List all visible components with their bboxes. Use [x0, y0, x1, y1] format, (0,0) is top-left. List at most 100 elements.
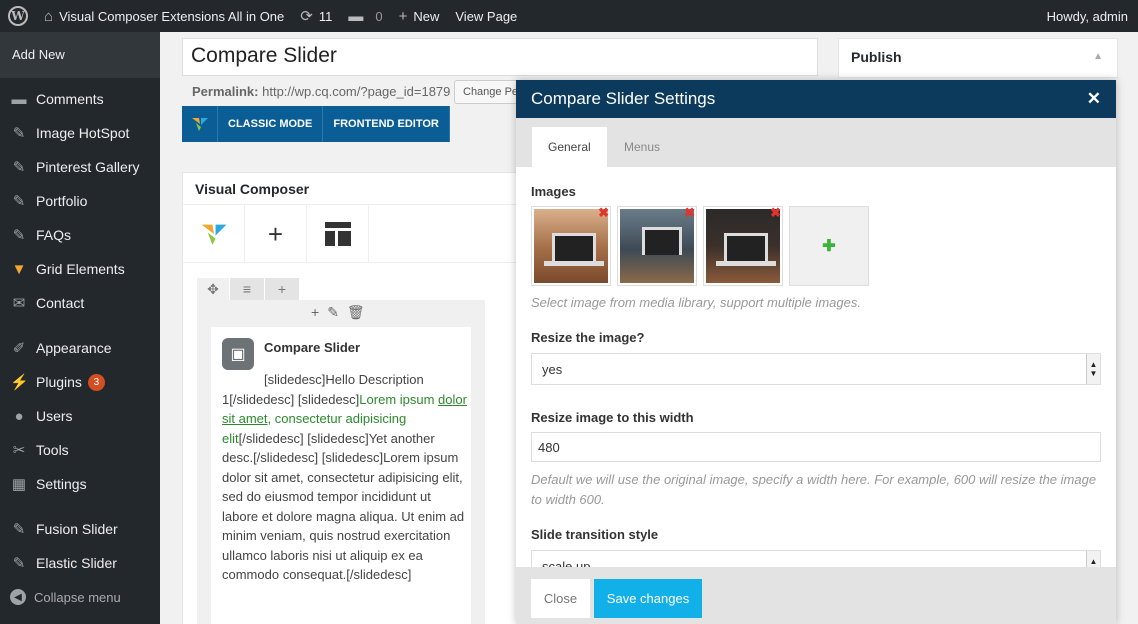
permalink: Permalink: http://wp.cq.com/?page_id=187… [192, 84, 450, 99]
view-page-link[interactable]: View Page [447, 0, 525, 32]
remove-image-icon[interactable]: ✖ [598, 207, 609, 221]
sidebar-item-pinterest-gallery[interactable]: ✎ Pinterest Gallery [0, 150, 160, 184]
layout-icon[interactable]: ≡ [230, 278, 264, 300]
sidebar-item-label: Grid Elements [36, 261, 125, 277]
close-button[interactable]: Close [531, 579, 590, 618]
row-controls: ✥ ≡ + [197, 278, 300, 300]
save-changes-button[interactable]: Save changes [594, 579, 702, 618]
pin-icon: ✎ [12, 521, 26, 538]
pin-icon: ✎ [12, 227, 26, 244]
close-icon[interactable]: ✕ [1087, 89, 1101, 109]
permalink-label: Permalink: [192, 84, 259, 99]
tab-menus[interactable]: Menus [608, 127, 676, 167]
remove-image-icon[interactable]: ✖ [684, 207, 695, 221]
site-name-link[interactable]: ⌂ Visual Composer Extensions All in One [36, 0, 292, 32]
add-icon[interactable]: + [311, 304, 319, 321]
publish-box[interactable]: Publish ▲ [838, 38, 1118, 78]
remove-image-icon[interactable]: ✖ [770, 207, 781, 221]
sidebar-item-label: FAQs [36, 227, 72, 243]
comments-link[interactable]: ▬ 0 [340, 0, 390, 32]
account-menu[interactable]: Howdy, admin [1039, 0, 1138, 32]
sidebar-item-faqs[interactable]: ✎ FAQs [0, 218, 160, 252]
element-title: Compare Slider [264, 340, 361, 355]
wordpress-logo-icon[interactable]: W [0, 0, 36, 32]
sidebar-add-new[interactable]: Add New [0, 32, 160, 78]
collapse-label: Collapse menu [34, 589, 121, 605]
pin-icon: ✎ [12, 193, 26, 210]
howdy-text: Howdy, admin [1046, 8, 1128, 24]
add-element-icon[interactable]: + [245, 205, 307, 263]
element-content: [slidedesc]Hello Description 1[/slidedes… [222, 370, 467, 585]
modal-title: Compare Slider Settings [531, 89, 716, 108]
sidebar-item-label: Portfolio [36, 193, 88, 209]
plugins-update-badge: 3 [87, 373, 105, 391]
sidebar-item-label: Tools [36, 442, 69, 458]
image-thumbnail[interactable]: ✖ [531, 206, 611, 286]
image-thumbnail[interactable]: ✖ [703, 206, 783, 286]
move-icon[interactable]: ✥ [197, 278, 229, 300]
image-thumbnail[interactable]: ✖ [617, 206, 697, 286]
vc-logo-icon[interactable] [182, 106, 218, 142]
width-label: Resize image to this width [531, 410, 694, 425]
edit-icon[interactable]: ✎ [327, 304, 339, 321]
sidebar-item-fusion-slider[interactable]: ✎ Fusion Slider [0, 512, 160, 546]
user-icon: ● [14, 407, 24, 425]
sidebar-item-grid-elements[interactable]: ▼ Grid Elements [0, 252, 160, 286]
content-green-text: Lorem ipsum [359, 391, 439, 407]
content-text: [/slidedesc] [slidedesc]Yet another desc… [222, 430, 465, 583]
sidebar-item-appearance[interactable]: ✐ Appearance [0, 331, 160, 365]
new-label: New [413, 8, 440, 24]
comment-icon: ▬ [11, 90, 27, 108]
pin-icon: ✎ [12, 125, 26, 142]
vc-logo-icon[interactable] [183, 205, 245, 263]
publish-title: Publish [851, 49, 902, 65]
images-label: Images [531, 184, 576, 199]
comments-count: 0 [375, 8, 383, 24]
sidebar-item-label: Contact [36, 295, 85, 311]
width-help: Default we will use the original image, … [531, 472, 1097, 507]
sidebar-item-label: Image HotSpot [36, 125, 130, 141]
compare-slider-icon: ▣ [222, 338, 254, 370]
laptop-photo [534, 209, 608, 283]
permalink-url[interactable]: http://wp.cq.com/?page_id=1879 [262, 84, 450, 99]
modal-body: Images ✖ ✖ ✖ ✚ Select image from media l… [516, 167, 1116, 567]
sidebar-item-comments[interactable]: ▬ Comments [0, 82, 160, 116]
add-column-icon[interactable]: + [265, 278, 299, 300]
trash-icon[interactable]: 🗑 [347, 304, 365, 321]
resize-select[interactable]: yes ▲ ▼ [531, 353, 1101, 385]
change-permalinks-button[interactable]: Change Permalinks [454, 80, 524, 104]
resize-label: Resize the image? [531, 330, 645, 345]
modal-footer: Close Save changes [516, 567, 1116, 624]
home-icon: ⌂ [44, 7, 54, 25]
sidebar-item-users[interactable]: ● Users [0, 399, 160, 433]
frontend-editor-button[interactable]: FRONTEND EDITOR [323, 106, 450, 142]
sidebar-item-label: Appearance [36, 340, 112, 356]
compare-slider-element[interactable]: ▣ Compare Slider [slidedesc]Hello Descri… [211, 327, 471, 624]
refresh-icon: ⟳ [300, 8, 313, 25]
sidebar-item-elastic-slider[interactable]: ✎ Elastic Slider [0, 546, 160, 580]
post-title-input[interactable]: Compare Slider [182, 38, 818, 76]
admin-bar: W ⌂ Visual Composer Extensions All in On… [0, 0, 1138, 32]
sidebar-item-settings[interactable]: ▦ Settings [0, 467, 160, 501]
element-controls: + ✎ 🗑 [311, 304, 365, 321]
sidebar-item-portfolio[interactable]: ✎ Portfolio [0, 184, 160, 218]
transition-select[interactable]: scale up ▲▼ [531, 550, 1101, 567]
sidebar-item-tools[interactable]: ✂ Tools [0, 433, 160, 467]
tab-general[interactable]: General [532, 127, 607, 167]
sidebar-item-plugins[interactable]: ⚡ Plugins 3 [0, 365, 160, 399]
settings-modal: Compare Slider Settings ✕ General Menus … [516, 80, 1116, 624]
vc-panel-title: Visual Composer [183, 173, 521, 205]
sliders-icon: ▦ [11, 476, 27, 493]
add-image-button[interactable]: ✚ [789, 206, 869, 286]
width-input[interactable]: 480 [531, 432, 1101, 462]
sidebar-item-image-hotspot[interactable]: ✎ Image HotSpot [0, 116, 160, 150]
transition-value: scale up [542, 559, 591, 567]
classic-mode-button[interactable]: CLASSIC MODE [218, 106, 324, 142]
templates-icon[interactable] [307, 205, 369, 263]
new-content-link[interactable]: + New [391, 0, 448, 32]
collapse-arrow-icon[interactable]: ▲ [1093, 51, 1103, 62]
brush-icon: ✐ [12, 340, 26, 357]
sidebar-item-contact[interactable]: ✉ Contact [0, 286, 160, 320]
collapse-menu-button[interactable]: ◀ Collapse menu [0, 580, 160, 614]
updates-link[interactable]: ⟳ 11 [292, 0, 340, 32]
